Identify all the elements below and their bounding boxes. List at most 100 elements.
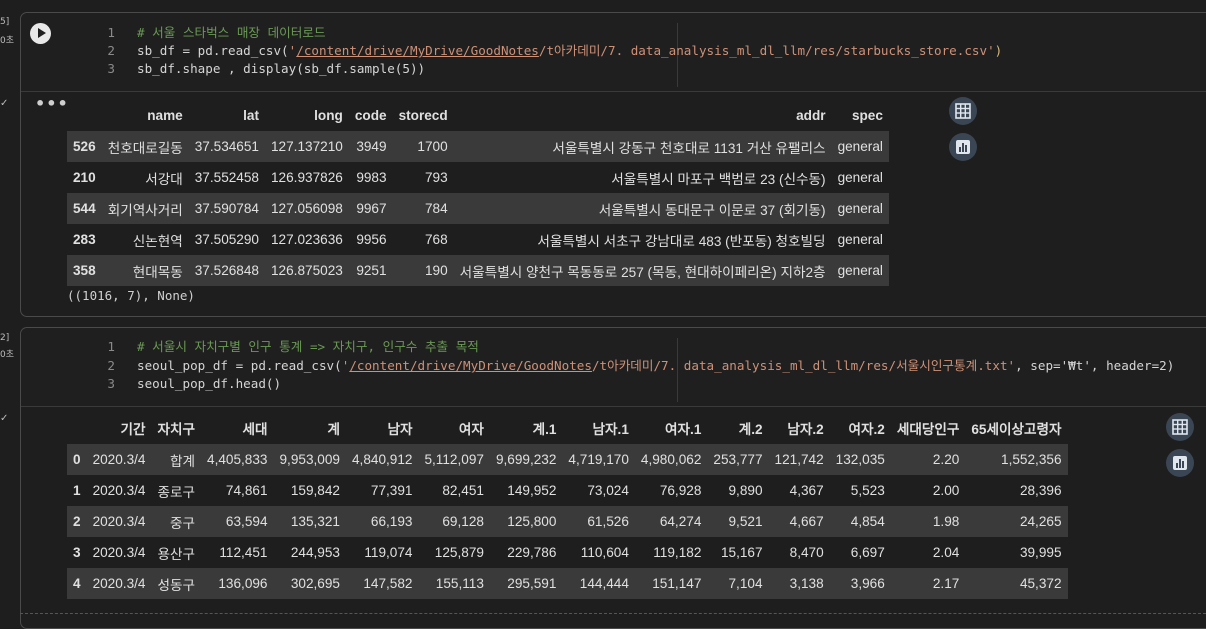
row-index: 4 (73, 576, 81, 591)
ellipsis-icon[interactable]: ••• (35, 94, 69, 113)
table-cell: 1.98 (932, 514, 960, 529)
table-cell: 127.137210 (271, 139, 343, 154)
table-cell: 8,470 (789, 545, 824, 560)
table-cell: 서울특별시 마포구 백범로 23 (신수동) (611, 171, 826, 187)
table-cell: 147,582 (363, 576, 413, 591)
table-cell: 37.526848 (194, 263, 259, 278)
table-cell: 9967 (356, 201, 387, 216)
table-cell: 서울특별시 양천구 목동동로 257 (목동, 현대하이페리온) 지하2층 (459, 264, 826, 280)
index-header (67, 412, 87, 444)
table-icon (955, 103, 971, 119)
table-cell: 28,396 (1019, 483, 1062, 498)
code-editor[interactable]: 1 # 서울 스타벅스 매장 데이터로드 2 sb_df = pd.read_csv… (21, 13, 1206, 92)
cell-output: 기간 자치구 세대 계 남자 여자 계.1 남자.1 여자.1 계.2 남자.2 여자.2 세대당인구 6… (21, 406, 1206, 626)
table-cell: 15,167 (720, 545, 763, 560)
table-cell: 2.17 (932, 576, 960, 591)
table-cell: 서강대 (145, 171, 183, 187)
table-cell: 서울특별시 동대문구 이문로 37 (회기동) (598, 202, 826, 218)
table-cell: 성동구 (157, 577, 196, 593)
table-cell: general (837, 170, 883, 185)
table-cell: 39,995 (1019, 545, 1062, 560)
table-cell: 73,024 (587, 483, 629, 498)
code-editor[interactable]: 1 # 서울시 자치구별 인구 통계 => 자치구, 인구수 추출 목적 2 seo… (21, 328, 1206, 407)
code-line-2[interactable]: 2 sb_df = pd.read_csv('/content/drive/MyD… (87, 42, 1002, 60)
code-cell-1[interactable]: 1 # 서울 스타벅스 매장 데이터로드 2 sb_df = pd.read_csv… (20, 12, 1206, 317)
code-line-3[interactable]: 3 seoul_pop_df.head() (87, 375, 281, 393)
code-cell-2[interactable]: 1 # 서울시 자치구별 인구 통계 => 자치구, 인구수 추출 목적 2 seo… (20, 327, 1206, 629)
code-text: sb_df = pd.read_csv( (137, 43, 289, 58)
chart-suggest-button[interactable] (1166, 449, 1194, 477)
dataframe-table: name lat long code storecd addr spec 526 천호대로길동… (67, 99, 889, 286)
table-cell: 793 (424, 170, 448, 185)
table-cell: general (837, 201, 883, 216)
code-line-2[interactable]: 2 seoul_pop_df = pd.read_csv('/content/dr… (87, 357, 1174, 375)
code-line-3[interactable]: 3 sb_df.shape , display(sb_df.sample(5)) (87, 60, 425, 78)
table-row: 526 천호대로길동 37.534651 127.137210 3949 1700 서울특별… (67, 131, 889, 162)
row-index: 283 (73, 232, 96, 247)
row-index: 210 (73, 170, 96, 185)
exec-time: 0초 (0, 36, 15, 46)
table-cell: 5,523 (850, 483, 885, 498)
table-cell: 7,104 (728, 576, 763, 591)
table-row: 544 회기역사거리 37.590784 127.056098 9967 784 서울특별시… (67, 193, 889, 224)
column-header: 계.2 (738, 422, 763, 437)
column-header: 남자 (387, 422, 413, 437)
column-header: 계 (327, 422, 340, 437)
column-header: 여자.2 (848, 422, 885, 437)
column-header: 65세이상고령자 (971, 422, 1062, 437)
table-cell: 119,074 (364, 545, 413, 560)
table-cell: 82,451 (442, 483, 484, 498)
line-number: 1 (107, 25, 115, 40)
table-cell: 중구 (170, 515, 196, 531)
table-cell: 190 (424, 263, 448, 278)
table-cell: general (837, 139, 883, 154)
code-path-link[interactable]: /content/drive/MyDrive/GoodNotes (296, 43, 539, 58)
run-cell-button[interactable] (30, 23, 51, 44)
table-cell: 9,953,009 (279, 452, 340, 467)
table-cell: 768 (424, 232, 448, 247)
table-cell: 149,952 (507, 483, 557, 498)
table-cell: 784 (424, 201, 448, 216)
table-cell: 126.875023 (271, 263, 343, 278)
column-header: 계.1 (532, 422, 557, 437)
table-view-button[interactable] (1166, 413, 1194, 441)
collapse-output-icon[interactable]: ✓ (0, 98, 8, 109)
table-cell: 서울특별시 강동구 천호대로 1131 거산 유팰리스 (552, 140, 826, 156)
line-number: 1 (107, 339, 115, 354)
table-header-row: 기간 자치구 세대 계 남자 여자 계.1 남자.1 여자.1 계.2 남자.2 여자.2 세대당인구 6… (67, 412, 1068, 444)
table-view-button[interactable] (949, 97, 977, 125)
table-row: 2 2020.3/4 중구 63,594 135,321 66,193 69,128 125,… (67, 506, 1068, 537)
table-cell: 4,719,170 (568, 452, 629, 467)
table-row: 358 현대목동 37.526848 126.875023 9251 190 서울특별시 양… (67, 255, 889, 286)
table-cell: 서울특별시 서초구 강남대로 483 (반포동) 청호빌딩 (537, 233, 826, 249)
cell-divider (20, 613, 1206, 614)
row-index: 3 (73, 545, 81, 560)
line-number: 3 (107, 61, 115, 76)
code-path-link[interactable]: /content/drive/MyDrive/GoodNotes (349, 358, 592, 373)
table-cell: 110,604 (580, 545, 629, 560)
code-string: /t아카데미/7. data_analysis_ml_dl_llm/res/서울… (591, 358, 1016, 373)
table-cell: 2020.3/4 (92, 514, 146, 529)
table-cell: 229,786 (507, 545, 557, 560)
table-cell: 1700 (417, 139, 448, 154)
code-text: ) (994, 43, 1003, 58)
table-cell: 127.056098 (271, 201, 343, 216)
table-cell: 37.505290 (194, 232, 259, 247)
table-cell: 4,405,833 (207, 452, 268, 467)
column-header: 자치구 (157, 422, 196, 437)
table-cell: 125,879 (434, 545, 484, 560)
table-cell: 4,854 (850, 514, 885, 529)
column-header: 여자.1 (665, 422, 702, 437)
table-cell: 136,096 (218, 576, 268, 591)
code-line-1[interactable]: 1 # 서울시 자치구별 인구 통계 => 자치구, 인구수 추출 목적 (87, 338, 478, 356)
table-cell: 3,966 (850, 576, 885, 591)
column-header: spec (851, 107, 883, 123)
chart-suggest-button[interactable] (949, 133, 977, 161)
code-line-1[interactable]: 1 # 서울 스타벅스 매장 데이터로드 (87, 24, 325, 42)
table-icon (1172, 419, 1188, 435)
table-cell: 회기역사거리 (107, 202, 183, 218)
plain-text-output: ((1016, 7), None) (67, 288, 195, 303)
collapse-output-icon[interactable]: ✓ (0, 413, 8, 424)
column-header: 세대당인구 (896, 422, 960, 437)
column-header: 여자 (458, 422, 484, 437)
